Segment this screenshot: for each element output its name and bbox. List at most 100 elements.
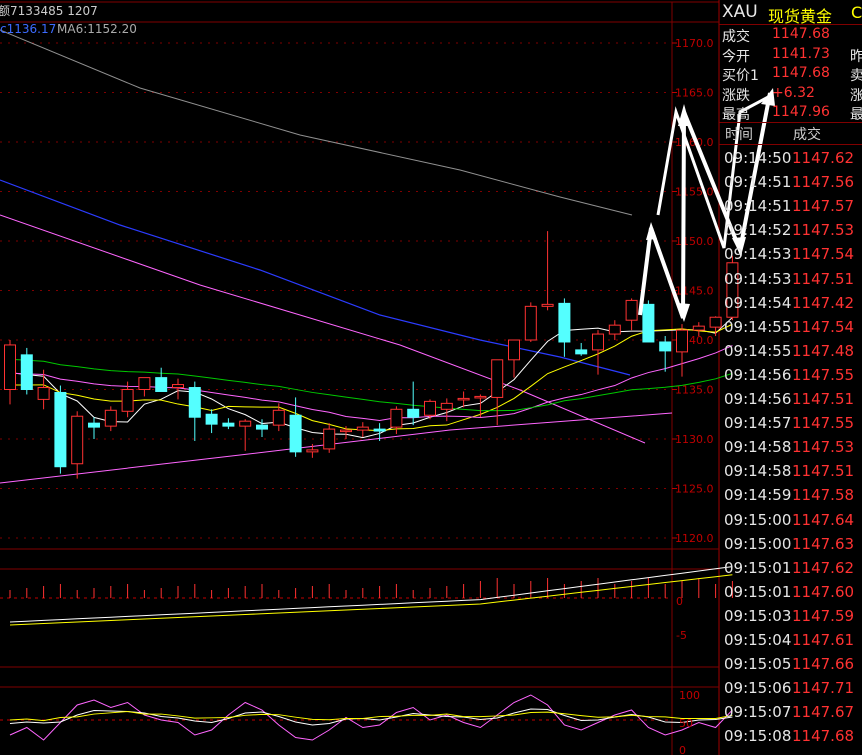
quote-value: +6.32	[772, 84, 815, 101]
tick-row: 09:14:56 1147.51	[719, 388, 862, 412]
tick-row: 09:14:54 1147.42	[719, 292, 862, 316]
tick-time: 09:14:58	[724, 462, 792, 481]
price-axis-label: 1150.0	[675, 235, 714, 248]
tick-price: 1147.62	[792, 558, 855, 577]
candle-body-up	[323, 428, 336, 450]
tick-row: 09:14:51 1147.56	[719, 171, 862, 195]
candle-body-up	[340, 429, 352, 433]
candle-body-down	[373, 428, 386, 432]
ma-magenta-line	[9, 345, 733, 422]
candle-body-down	[20, 354, 33, 391]
price-axis-label: 1165.0	[675, 87, 714, 100]
tick-price: 1147.51	[792, 462, 855, 481]
tick-row: 09:15:07 1147.67	[719, 701, 862, 725]
tick-row: 09:14:50 1147.62	[719, 147, 862, 171]
ma-blue-line	[0, 179, 631, 376]
tick-row: 09:15:03 1147.59	[719, 605, 862, 629]
candle-body-up	[608, 324, 621, 335]
quote-label: 今开	[722, 48, 750, 65]
tick-price: 1147.54	[792, 245, 855, 264]
tick-row: 09:15:04 1147.61	[719, 629, 862, 653]
tick-price: 1147.67	[792, 703, 855, 722]
candle-body-up	[172, 384, 184, 389]
price-axis-label: 1170.0	[675, 37, 714, 50]
tick-row: 09:14:53 1147.54	[719, 243, 862, 267]
vol-signal-line	[9, 574, 733, 626]
volume-label: 额7133485 1207	[0, 4, 98, 18]
candle-body-up	[692, 325, 705, 331]
candle-body-up	[272, 409, 285, 426]
tick-price: 1147.51	[792, 390, 855, 408]
candle-body-down	[222, 422, 235, 427]
candle-body-up	[592, 333, 604, 351]
tick-time: 09:15:01	[724, 558, 792, 577]
chart-grid	[0, 0, 720, 755]
tick-price: 1147.68	[792, 727, 855, 746]
tick-price: 1147.57	[792, 197, 855, 216]
tick-price: 1147.54	[792, 317, 855, 336]
quote-value: 1141.73	[772, 45, 830, 62]
tick-price: 1147.58	[792, 486, 855, 505]
tick-time: 09:15:00	[724, 534, 792, 553]
candle-body-up	[676, 329, 688, 353]
tick-price: 1147.51	[792, 269, 855, 288]
quote-row: 今开 1141.73 昨	[719, 45, 862, 65]
quote-row: 最高 1147.96 最	[719, 103, 862, 123]
candle-body-up	[625, 299, 638, 321]
candle-body-up	[390, 408, 403, 428]
quote-label-2: 昨	[850, 48, 862, 65]
tick-time: 09:14:51	[724, 197, 792, 216]
quote-panel: XAU 现货黄金 C 成交 1147.68 今开 1141.73 昨买价1 1147.68…	[719, 0, 862, 755]
tick-row: 09:15:01 1147.60	[719, 581, 862, 605]
tick-price: 1147.62	[792, 149, 855, 167]
quote-label: 涨跌	[722, 87, 750, 104]
osc-axis-100: 100	[679, 689, 700, 702]
quote-value: 1147.68	[772, 26, 830, 42]
quote-label-2: 涨	[850, 87, 862, 104]
quote-row: 买价1 1147.68 卖	[719, 64, 862, 84]
candle-body-down	[256, 424, 268, 430]
quote-row: 成交 1147.68	[719, 25, 862, 45]
tick-time: 09:15:04	[724, 631, 792, 649]
price-axis-label: 1125.0	[675, 483, 714, 496]
tick-price: 1147.61	[792, 631, 855, 649]
arrow-head	[678, 104, 690, 126]
candle-body-up	[457, 397, 470, 401]
panel-separator	[719, 24, 862, 25]
tick-time: 09:14:55	[724, 317, 792, 336]
candle-body-up	[491, 359, 504, 398]
ma-label-partial: c1136.17	[0, 22, 56, 36]
symbol-header[interactable]: XAU 现货黄金 C	[719, 0, 862, 26]
osc-axis-50: 50	[679, 717, 693, 730]
candle-body-up	[524, 305, 537, 341]
tick-row: 09:14:56 1147.55	[719, 364, 862, 388]
candle-body-up	[541, 303, 554, 307]
candle-body-up	[37, 387, 50, 400]
tick-price: 1147.55	[792, 414, 855, 433]
tick-row: 09:14:55 1147.48	[719, 340, 862, 364]
candle-body-down	[88, 422, 100, 428]
osc-axis-0: 0	[679, 744, 686, 755]
tick-time: 09:14:53	[724, 245, 792, 264]
tick-row: 09:14:58 1147.51	[719, 460, 862, 484]
candle-body-up	[508, 339, 520, 361]
tick-time: 09:14:53	[724, 269, 792, 288]
candle-body-down	[659, 341, 672, 352]
tick-time: 09:15:00	[724, 510, 792, 529]
tick-row: 09:15:01 1147.62	[719, 557, 862, 581]
candle-body-up	[440, 402, 453, 410]
price-axis-label: 1145.0	[675, 285, 714, 298]
candle-body-down	[54, 391, 67, 468]
tick-price: 1147.66	[792, 655, 855, 674]
tick-time: 09:14:59	[724, 486, 792, 505]
tick-row: 09:14:55 1147.54	[719, 316, 862, 340]
candle-body-up	[239, 420, 252, 427]
candle-body-up	[71, 415, 84, 465]
oscillator-pane	[0, 694, 733, 741]
tick-price: 1147.48	[792, 341, 855, 360]
price-axis-label: 1130.0	[675, 433, 714, 446]
tick-price: 1147.55	[792, 365, 855, 384]
candle-body-down	[205, 413, 218, 425]
vol-axis-neg5: -5	[676, 629, 687, 642]
candle-body-up	[424, 400, 436, 416]
